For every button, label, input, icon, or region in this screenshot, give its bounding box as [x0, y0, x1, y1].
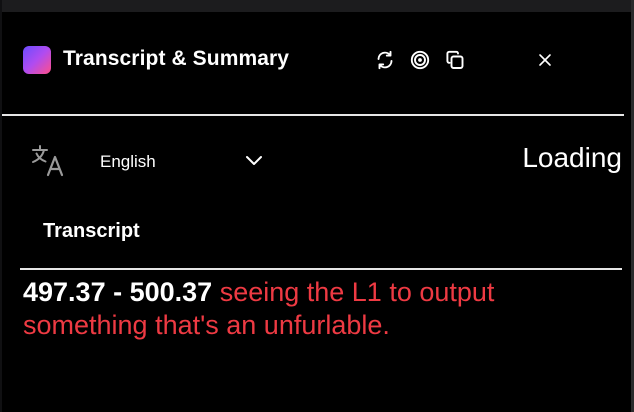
- header-divider: [2, 114, 624, 116]
- translate-icon: [32, 145, 64, 177]
- transcript-segment: 497.37 - 500.37 seeing the L1 to output …: [23, 276, 619, 342]
- close-icon: [539, 54, 551, 66]
- transcript-summary-panel: Transcript & Summary English Loading Tra…: [0, 0, 634, 412]
- transcript-heading: Transcript: [43, 220, 140, 242]
- target-button[interactable]: [408, 48, 432, 72]
- refresh-button[interactable]: [373, 48, 397, 72]
- transcript-divider: [20, 268, 622, 270]
- refresh-icon: [377, 50, 393, 70]
- panel-header: Transcript & Summary: [0, 12, 634, 116]
- status-text: Loading: [522, 142, 622, 173]
- close-button[interactable]: [533, 48, 557, 72]
- segment-timestamp: 497.37 - 500.37: [23, 277, 213, 307]
- transcript-body: 497.37 - 500.37 seeing the L1 to output …: [23, 276, 619, 342]
- language-row: English Loading: [0, 138, 634, 184]
- window-top-edge: [0, 0, 634, 12]
- language-select[interactable]: English: [90, 144, 272, 178]
- panel-title: Transcript & Summary: [63, 47, 290, 70]
- app-logo-icon: [23, 46, 51, 74]
- language-selected-label: English: [100, 152, 156, 171]
- copy-button[interactable]: [443, 48, 467, 72]
- copy-icon: [446, 50, 464, 69]
- chevron-down-icon: [246, 156, 262, 165]
- target-icon: [410, 50, 430, 70]
